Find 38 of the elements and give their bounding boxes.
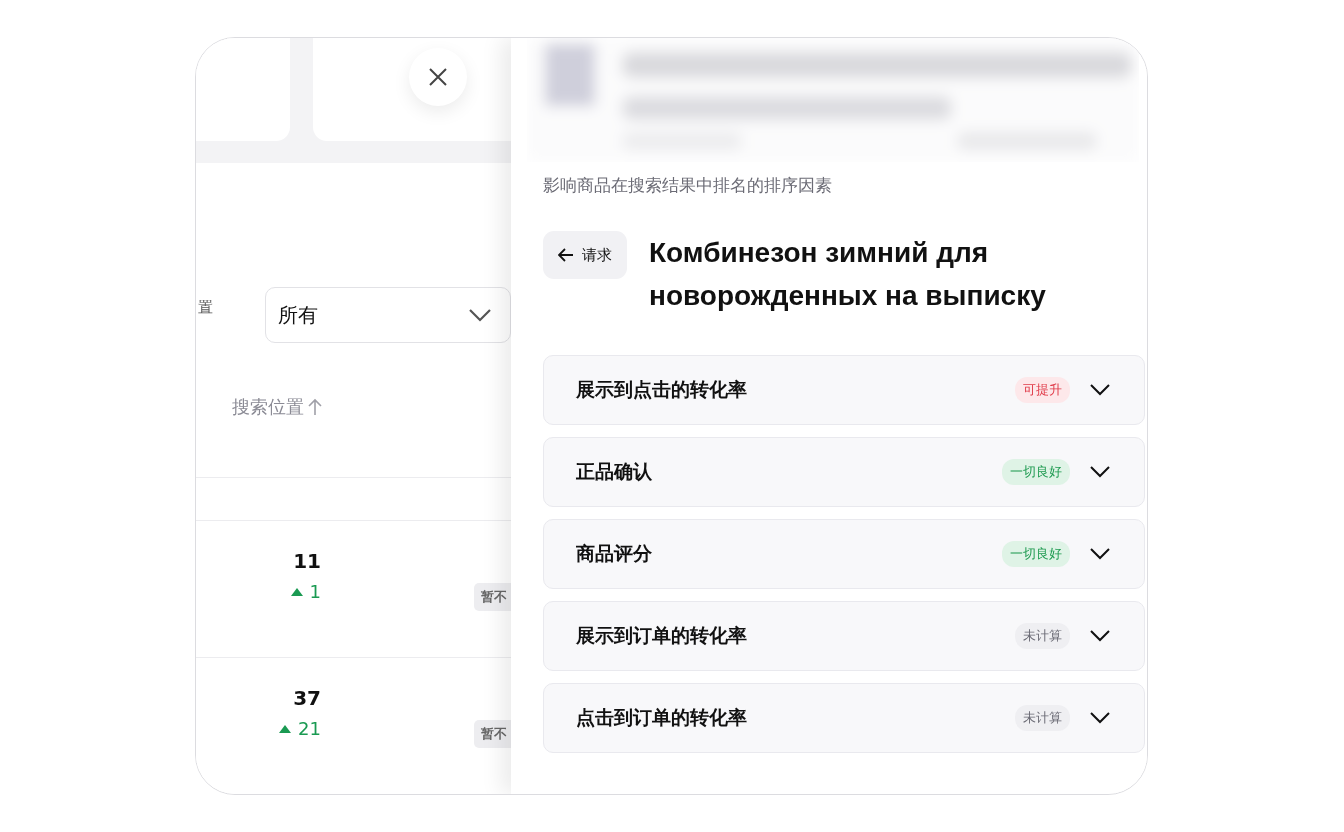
back-button[interactable]: 请求: [543, 231, 627, 279]
close-icon: [428, 67, 448, 87]
factor-item[interactable]: 正品确认 一切良好: [543, 437, 1145, 507]
chevron-icon: [1090, 466, 1110, 478]
status-badge: 未计算: [1015, 705, 1070, 731]
status-badge: 一切良好: [1002, 541, 1070, 567]
chevron-icon: [1090, 712, 1110, 724]
up-triangle-icon: [290, 587, 303, 596]
factor-item[interactable]: 商品评分 一切良好: [543, 519, 1145, 589]
factor-label: 展示到点击的转化率: [576, 377, 748, 402]
sort-arrow-icon: [308, 398, 322, 416]
product-title: Комбинезон зимний для новорожденных на выписку: [649, 236, 1047, 313]
factor-label: 展示到订单的转化率: [576, 623, 748, 648]
chevron-icon: [1090, 384, 1110, 396]
position-change: 21: [298, 718, 321, 740]
up-triangle-icon: [279, 724, 292, 733]
back-arrow-icon: [558, 248, 574, 262]
position-value: 11: [293, 549, 321, 574]
factor-item[interactable]: 展示到点击的转化率 可提升: [543, 355, 1145, 425]
factor-label: 正品确认: [576, 459, 653, 484]
filter-select[interactable]: 所有: [265, 287, 511, 343]
status-badge: 未计算: [1015, 623, 1070, 649]
position-value: 37: [293, 686, 321, 711]
subtitle: 影响商品在搜索结果中排名的排序因素: [543, 174, 833, 197]
factor-label: 点击到订单的转化率: [576, 705, 748, 730]
position-change: 1: [309, 581, 321, 603]
chevron-icon: [1090, 548, 1110, 560]
filter-label: 置: [198, 297, 213, 317]
status-badge: 一切良好: [1002, 459, 1070, 485]
status-tag: 暂不: [474, 583, 511, 612]
column-header[interactable]: 搜索位置: [232, 395, 304, 419]
chevron-icon: [1090, 630, 1110, 642]
status-badge: 可提升: [1015, 377, 1070, 403]
factor-label: 商品评分: [576, 541, 653, 566]
status-tag: 暂不: [474, 720, 511, 749]
factor-item[interactable]: 点击到订单的转化率 未计算: [543, 683, 1145, 753]
factor-item[interactable]: 展示到订单的转化率 未计算: [543, 601, 1145, 671]
chevron-icon: [468, 308, 492, 322]
